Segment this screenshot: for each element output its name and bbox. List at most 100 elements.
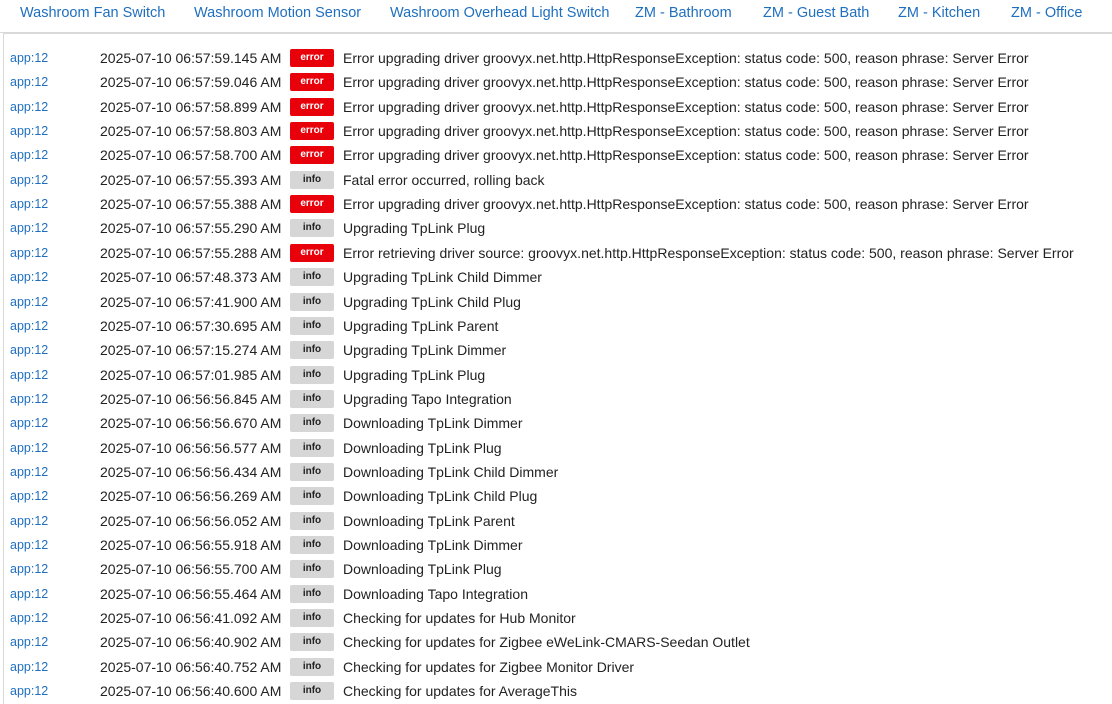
log-row: app:12 2025-07-10 06:57:58.803 AM error Err…	[4, 119, 1112, 143]
log-timestamp: 2025-07-10 06:57:55.388 AM	[100, 196, 282, 213]
log-level-badge: error	[290, 146, 334, 165]
tab-washroom-fan-switch[interactable]: Washroom Fan Switch	[20, 5, 165, 21]
log-source-link[interactable]: app:12	[10, 173, 48, 187]
log-source-link[interactable]: app:12	[10, 441, 48, 455]
log-message: Upgrading Tapo Integration	[343, 390, 512, 407]
log-source-link[interactable]: app:12	[10, 148, 48, 162]
log-source-link[interactable]: app:12	[10, 538, 48, 552]
log-level-badge: info	[290, 609, 334, 628]
log-message: Checking for updates for Zigbee Monitor …	[343, 658, 635, 675]
log-source-link[interactable]: app:12	[10, 489, 48, 503]
log-level-badge: info	[290, 170, 334, 189]
log-source-link[interactable]: app:12	[10, 416, 48, 430]
log-row: app:12 2025-07-10 06:56:40.752 AM info Chec…	[4, 655, 1112, 679]
log-timestamp: 2025-07-10 06:56:56.577 AM	[100, 439, 282, 456]
log-level-badge: info	[290, 268, 334, 287]
log-source-link[interactable]: app:12	[10, 392, 48, 406]
log-message: Downloading Tapo Integration	[343, 585, 528, 602]
tab-zm-bathroom[interactable]: ZM - Bathroom	[635, 5, 732, 21]
log-source-link[interactable]: app:12	[10, 221, 48, 235]
log-row: app:12 2025-07-10 06:56:41.092 AM info Chec…	[4, 606, 1112, 630]
log-row: app:12 2025-07-10 06:57:59.046 AM error Err…	[4, 70, 1112, 94]
log-message: Fatal error occurred, rolling back	[343, 171, 545, 188]
log-message: Downloading TpLink Parent	[343, 512, 515, 529]
tab-zm-guest-bath[interactable]: ZM - Guest Bath	[763, 5, 869, 21]
log-source-link[interactable]: app:12	[10, 514, 48, 528]
log-source-link[interactable]: app:12	[10, 100, 48, 114]
log-source-link[interactable]: app:12	[10, 635, 48, 649]
log-level-badge: error	[290, 73, 334, 92]
log-message: Error upgrading driver groovyx.net.http.…	[343, 74, 1029, 91]
log-source-link[interactable]: app:12	[10, 611, 48, 625]
log-timestamp: 2025-07-10 06:56:56.845 AM	[100, 390, 282, 407]
log-row: app:12 2025-07-10 06:57:55.393 AM info Fata…	[4, 168, 1112, 192]
log-row: app:12 2025-07-10 06:57:48.373 AM info Upgr…	[4, 265, 1112, 289]
log-message: Error retrieving driver source: groovyx.…	[343, 244, 1074, 261]
log-message: Error upgrading driver groovyx.net.http.…	[343, 123, 1029, 140]
log-timestamp: 2025-07-10 06:57:55.288 AM	[100, 244, 282, 261]
log-message: Upgrading TpLink Plug	[343, 366, 486, 383]
log-source-link[interactable]: app:12	[10, 319, 48, 333]
log-timestamp: 2025-07-10 06:56:55.918 AM	[100, 537, 282, 553]
log-message: Error upgrading driver groovyx.net.http.…	[343, 98, 1029, 115]
log-row: app:12 2025-07-10 06:56:56.845 AM info Upgr…	[4, 387, 1112, 411]
log-row: app:12 2025-07-10 06:56:55.918 AM info Down…	[4, 533, 1112, 557]
log-source-link[interactable]: app:12	[10, 270, 48, 284]
log-level-badge: info	[290, 316, 334, 335]
log-timestamp: 2025-07-10 06:56:56.670 AM	[100, 415, 282, 432]
log-timestamp: 2025-07-10 06:57:55.290 AM	[100, 220, 282, 237]
log-row: app:12 2025-07-10 06:56:56.052 AM info Down…	[4, 509, 1112, 533]
log-message: Upgrading TpLink Dimmer	[343, 342, 507, 359]
log-level-badge: error	[290, 122, 334, 141]
log-level-badge: info	[290, 389, 334, 408]
log-row: app:12 2025-07-10 06:57:01.985 AM info Upgr…	[4, 363, 1112, 387]
log-source-link[interactable]: app:12	[10, 465, 48, 479]
tab-washroom-overhead-light-switch[interactable]: Washroom Overhead Light Switch	[390, 5, 609, 21]
log-source-link[interactable]: app:12	[10, 197, 48, 211]
log-timestamp: 2025-07-10 06:57:01.985 AM	[100, 366, 282, 383]
log-level-badge: info	[290, 462, 334, 481]
log-row: app:12 2025-07-10 06:57:58.899 AM error Err…	[4, 95, 1112, 119]
log-timestamp: 2025-07-10 06:56:56.052 AM	[100, 512, 282, 529]
tab-washroom-motion-sensor[interactable]: Washroom Motion Sensor	[194, 5, 361, 21]
log-source-link[interactable]: app:12	[10, 343, 48, 357]
log-message: Downloading TpLink Child Dimmer	[343, 463, 559, 480]
log-source-link[interactable]: app:12	[10, 295, 48, 309]
tab-zm-kitchen[interactable]: ZM - Kitchen	[898, 5, 980, 21]
log-source-link[interactable]: app:12	[10, 51, 48, 65]
log-level-badge: info	[290, 438, 334, 457]
log-source-link[interactable]: app:12	[10, 587, 48, 601]
log-timestamp: 2025-07-10 06:57:30.695 AM	[100, 317, 282, 334]
log-list: app:12 2025-07-10 06:57:59.145 AM error Err…	[3, 33, 1112, 704]
log-level-badge: error	[290, 49, 334, 67]
log-row: app:12 2025-07-10 06:57:15.274 AM info Upgr…	[4, 338, 1112, 362]
log-timestamp: 2025-07-10 06:57:58.700 AM	[100, 147, 282, 164]
log-level-badge: info	[290, 414, 334, 433]
log-level-badge: info	[290, 633, 334, 652]
log-level-badge: info	[290, 584, 334, 603]
log-row: app:12 2025-07-10 06:56:56.577 AM info Down…	[4, 436, 1112, 460]
log-source-link[interactable]: app:12	[10, 75, 48, 89]
log-level-badge: info	[290, 511, 334, 530]
log-timestamp: 2025-07-10 06:56:40.902 AM	[100, 634, 282, 651]
log-timestamp: 2025-07-10 06:57:55.393 AM	[100, 171, 282, 188]
log-timestamp: 2025-07-10 06:56:55.464 AM	[100, 585, 282, 602]
log-row: app:12 2025-07-10 06:56:40.600 AM info Chec…	[4, 679, 1112, 703]
log-message: Downloading TpLink Child Plug	[343, 488, 538, 505]
log-level-badge: error	[290, 195, 334, 214]
log-timestamp: 2025-07-10 06:57:41.900 AM	[100, 293, 282, 310]
log-row: app:12 2025-07-10 06:56:55.700 AM info Down…	[4, 557, 1112, 581]
log-timestamp: 2025-07-10 06:57:48.373 AM	[100, 269, 282, 286]
log-source-link[interactable]: app:12	[10, 684, 48, 698]
log-source-link[interactable]: app:12	[10, 660, 48, 674]
log-source-link[interactable]: app:12	[10, 124, 48, 138]
log-source-link[interactable]: app:12	[10, 368, 48, 382]
log-message: Upgrading TpLink Child Plug	[343, 293, 521, 310]
log-message: Downloading TpLink Plug	[343, 561, 502, 578]
tab-zm-office[interactable]: ZM - Office	[1011, 5, 1082, 21]
log-source-link[interactable]: app:12	[10, 246, 48, 260]
log-message: Checking for updates for Hub Monitor	[343, 610, 576, 627]
log-timestamp: 2025-07-10 06:56:56.269 AM	[100, 488, 282, 505]
log-message: Error upgrading driver groovyx.net.http.…	[343, 196, 1029, 213]
log-source-link[interactable]: app:12	[10, 562, 48, 576]
